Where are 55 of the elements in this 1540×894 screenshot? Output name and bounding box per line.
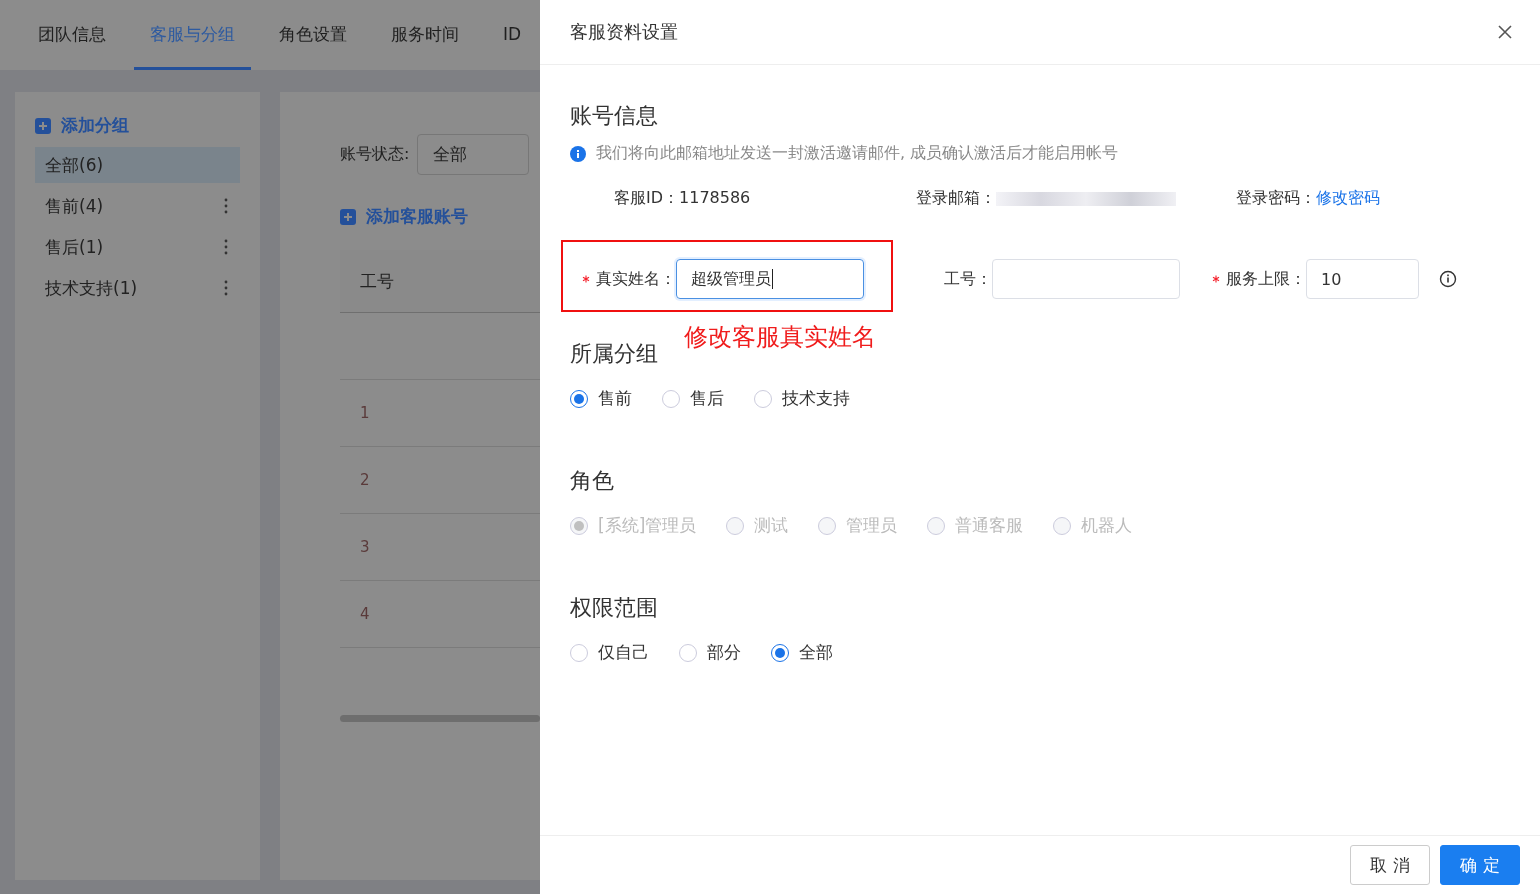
more-icon[interactable] <box>224 198 228 214</box>
table-cell: 2 <box>360 471 370 489</box>
radio-button[interactable] <box>771 643 789 662</box>
section-heading: 账号信息 <box>570 102 659 130</box>
radio-button[interactable] <box>570 389 588 408</box>
email-label: 登录邮箱： <box>916 188 996 209</box>
table-cell: 3 <box>360 538 370 556</box>
add-icon <box>35 117 51 134</box>
info-icon[interactable] <box>1439 270 1457 288</box>
status-select[interactable]: 全部 <box>417 134 530 175</box>
tab[interactable]: 服务时间 <box>375 0 475 70</box>
cancel-button[interactable]: 取 消 <box>1350 845 1430 885</box>
radio-option[interactable]: 仅自己 <box>570 641 649 664</box>
radio-option[interactable]: 技术支持 <box>754 387 850 410</box>
notice-text: 我们将向此邮箱地址发送一封激活邀请邮件, 成员确认激活后才能启用帐号 <box>596 143 1119 164</box>
radio-option[interactable]: 全部 <box>771 641 833 664</box>
radio-option[interactable]: 售后 <box>662 387 724 410</box>
group-item[interactable]: 售前(4) <box>35 188 240 224</box>
section-heading: 所属分组 <box>570 340 659 368</box>
status-label: 账号状态: <box>340 144 410 165</box>
field-label: 真实姓名： <box>596 268 676 290</box>
group-item[interactable]: 技术支持(1) <box>35 270 240 306</box>
drawer-title: 客服资料设置 <box>570 20 678 44</box>
confirm-button[interactable]: 确 定 <box>1440 845 1520 885</box>
more-icon[interactable] <box>224 280 228 296</box>
group-item[interactable]: 全部(6) <box>35 147 240 183</box>
change-password-link[interactable]: 修改密码 <box>1316 188 1380 209</box>
field-label: 服务上限： <box>1226 268 1306 290</box>
column-header: 工号 <box>360 269 394 293</box>
add-icon <box>340 208 356 225</box>
info-icon <box>570 145 586 162</box>
radio-option[interactable]: 售前 <box>570 387 632 410</box>
more-icon[interactable] <box>224 239 228 255</box>
group-label: 技术支持(1) <box>45 276 138 300</box>
group-label: 全部(6) <box>45 153 104 177</box>
section-heading: 角色 <box>570 467 615 495</box>
field-label: 工号： <box>944 268 992 290</box>
input-field[interactable]: 超级管理员 <box>676 259 864 299</box>
tab[interactable]: 角色设置 <box>263 0 363 70</box>
password-label: 登录密码： <box>1236 188 1316 209</box>
group-label: 售后(1) <box>45 235 104 259</box>
scrollbar[interactable] <box>340 715 540 722</box>
agent-id: 客服ID：1178586 <box>614 188 752 209</box>
radio-option[interactable]: 部分 <box>679 641 741 664</box>
tab[interactable]: 团队信息 <box>22 0 122 70</box>
close-icon[interactable] <box>1497 24 1513 40</box>
annotation-text: 修改客服真实姓名 <box>684 322 876 353</box>
table-cell: 4 <box>360 605 370 623</box>
group-label: 售前(4) <box>45 194 104 218</box>
input-field[interactable] <box>992 259 1180 299</box>
tab[interactable]: ID <box>487 0 538 70</box>
section-heading: 权限范围 <box>570 594 659 622</box>
group-item[interactable]: 售后(1) <box>35 229 240 265</box>
table-cell: 1 <box>360 404 370 422</box>
input-field[interactable]: 10 <box>1306 259 1419 299</box>
